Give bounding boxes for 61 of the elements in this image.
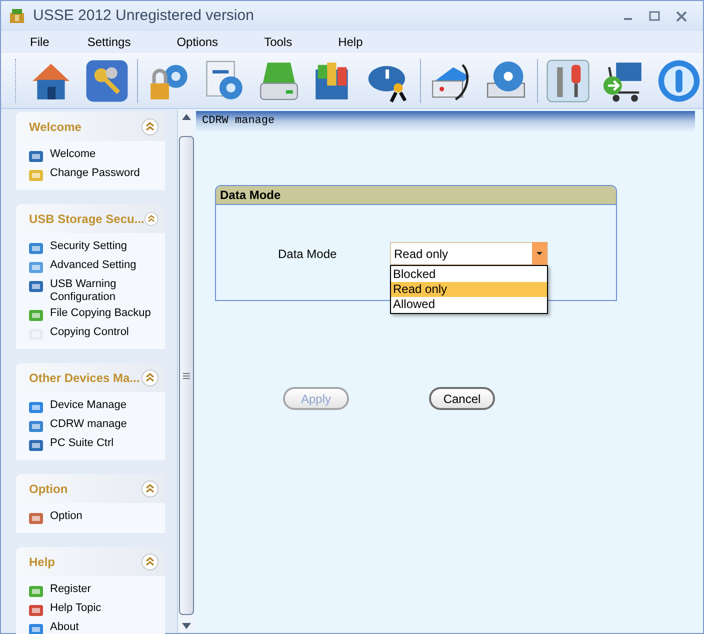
sidebar-link[interactable]: Option bbox=[50, 510, 160, 523]
item-icon bbox=[28, 278, 44, 294]
panel-title: Other Devices Ma... bbox=[29, 370, 140, 386]
item-icon bbox=[28, 437, 44, 453]
sidebar-link[interactable]: Welcome bbox=[50, 148, 160, 161]
sidebar-link[interactable]: Advanced Setting bbox=[50, 259, 160, 272]
sidebar-link[interactable]: Copying Control bbox=[50, 326, 160, 339]
sidebar-link[interactable]: About bbox=[50, 621, 160, 634]
panel-title: USB Storage Secu... bbox=[29, 210, 144, 228]
item-icon bbox=[28, 167, 44, 183]
sidebar-link[interactable]: Help Topic bbox=[50, 602, 160, 615]
item-icon bbox=[28, 399, 44, 415]
collapse-icon[interactable] bbox=[141, 480, 159, 498]
sidebar-link[interactable]: Device Manage bbox=[50, 399, 160, 412]
panel-header: CDRW manage bbox=[196, 111, 695, 132]
close-icon[interactable] bbox=[676, 10, 687, 22]
grip-icon bbox=[182, 372, 190, 378]
menu-item[interactable]: Tools bbox=[255, 33, 302, 51]
keys-icon[interactable] bbox=[84, 58, 130, 104]
scroll-up-icon[interactable] bbox=[182, 114, 190, 120]
panel-title: Help bbox=[29, 554, 56, 570]
maximize-icon[interactable] bbox=[649, 11, 660, 21]
collapse-icon[interactable] bbox=[141, 368, 159, 386]
sidebar-link[interactable]: Security Setting bbox=[50, 240, 160, 253]
data-mode-dropdown[interactable]: Read only bbox=[390, 242, 548, 265]
menu-item[interactable]: File bbox=[21, 33, 58, 51]
action-button[interactable]: Cancel bbox=[429, 387, 495, 410]
item-icon bbox=[28, 583, 44, 599]
scroll-thumb[interactable] bbox=[178, 136, 194, 615]
item-icon bbox=[28, 148, 44, 164]
window-title: USSE 2012 Unregistered version bbox=[33, 6, 254, 26]
menu-item[interactable]: Help bbox=[329, 33, 372, 51]
dropdown-option[interactable]: Allowed bbox=[391, 297, 547, 312]
panel-title: Option bbox=[29, 480, 68, 498]
dropdown-option[interactable]: Read only bbox=[391, 282, 547, 297]
dropdown-option[interactable]: Blocked bbox=[391, 267, 547, 282]
app-icon bbox=[9, 8, 25, 24]
menu-item[interactable]: Options bbox=[168, 33, 228, 51]
menu-item[interactable]: Settings bbox=[78, 33, 140, 51]
item-icon bbox=[28, 240, 44, 256]
tools-icon[interactable] bbox=[545, 58, 592, 104]
sidebar-link[interactable]: Register bbox=[50, 583, 160, 596]
power-icon[interactable] bbox=[656, 58, 702, 104]
collapse-icon[interactable] bbox=[141, 118, 159, 136]
item-icon bbox=[28, 307, 44, 323]
scroll-down-icon[interactable] bbox=[182, 623, 190, 629]
sidebar-link[interactable]: CDRW manage bbox=[50, 418, 160, 431]
panel-title: Welcome bbox=[29, 118, 82, 136]
sidebar-link[interactable]: PC Suite Ctrl bbox=[50, 437, 160, 450]
group-title: Data Mode bbox=[216, 186, 616, 205]
scrollbar[interactable] bbox=[177, 109, 194, 633]
sidebar-link[interactable]: Change Password bbox=[50, 167, 160, 180]
item-icon bbox=[28, 602, 44, 618]
collapse-icon[interactable] bbox=[141, 552, 159, 570]
item-icon bbox=[28, 510, 44, 526]
collapse-icon[interactable] bbox=[144, 210, 159, 228]
item-icon bbox=[28, 259, 44, 275]
item-icon bbox=[28, 418, 44, 434]
sidebar-link[interactable]: USB Warning Configuration bbox=[50, 278, 160, 304]
sidebar-link[interactable]: File Copying Backup bbox=[50, 307, 160, 320]
field-label: Data Mode bbox=[278, 246, 337, 263]
